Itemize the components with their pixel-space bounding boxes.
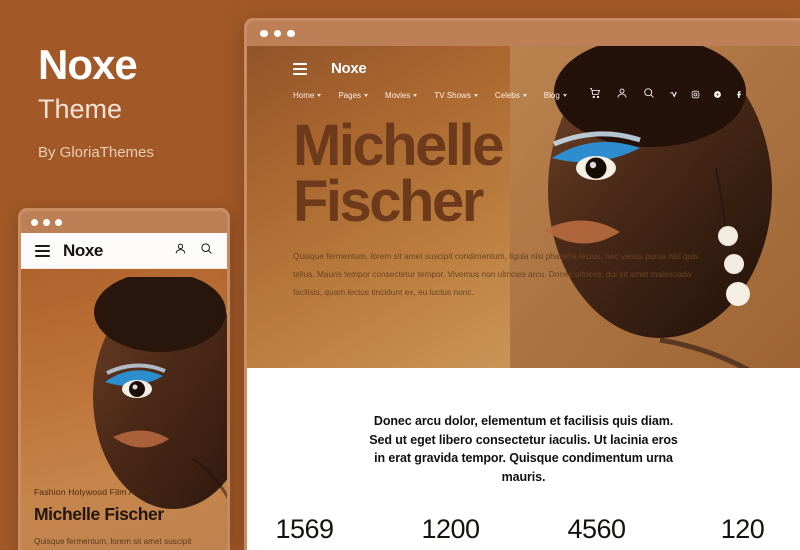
stat-value: 1200 [421, 514, 480, 544]
menu-item-label: Pages [338, 90, 362, 100]
stat-value: 120 [720, 514, 765, 544]
chevron-down-icon [522, 93, 527, 97]
hero-title-line-2: Fischer [293, 168, 484, 234]
desktop-mockup: Noxe Home Pages Movies TV Shows Celebs B… [244, 18, 800, 550]
stat-item: 1569 Movies [260, 516, 350, 550]
user-icon[interactable] [616, 86, 628, 104]
menu-item-celebs[interactable]: Celebs [495, 91, 527, 100]
stat-item: 4560 Videos & Spots [552, 516, 642, 550]
hamburger-icon[interactable] [35, 244, 50, 257]
window-dot-close[interactable] [31, 218, 38, 226]
promo-byline: By GloriaThemes [38, 144, 154, 161]
chevron-down-icon [413, 93, 418, 97]
hamburger-icon[interactable] [293, 62, 307, 75]
menu-item-label: Blog [543, 90, 560, 100]
vimeo-icon[interactable] [669, 86, 678, 104]
promo-block: Noxe Theme By GloriaThemes [38, 41, 238, 161]
content-section: Donec arcu dolor, elementum et facilisis… [247, 368, 800, 550]
mobile-mockup: Noxe Fashion Holywood Film Actor Michell… [18, 208, 230, 550]
mobile-hero-paragraph: Quisque fermentum, lorem sit amet suscip… [34, 537, 192, 546]
mobile-hero-title: Michelle Fischer [34, 504, 164, 524]
instagram-icon[interactable] [691, 86, 700, 104]
main-menu: Home Pages Movies TV Shows Celebs Blog [293, 91, 567, 100]
chevron-down-icon [364, 93, 369, 97]
hero-title: Michelle Fischer [293, 117, 800, 231]
mobile-hero-copy: Fashion Holywood Film Actor Michelle Fis… [34, 487, 219, 550]
menu-item-home[interactable]: Home [293, 90, 322, 100]
mobile-logo[interactable]: Noxe [63, 241, 103, 261]
pinterest-icon[interactable] [713, 86, 722, 104]
menu-item-label: Movies [385, 90, 411, 100]
window-dot-maximize[interactable] [55, 218, 62, 226]
mobile-browser-chrome [21, 211, 227, 233]
chevron-down-icon [473, 93, 478, 97]
cart-icon[interactable] [589, 86, 601, 104]
mobile-hero-eyebrow: Fashion Holywood Film Actor [34, 487, 150, 497]
stat-item: 1200 TV Shows [406, 516, 496, 550]
stat-value: 4560 [567, 514, 626, 544]
chevron-down-icon [317, 93, 322, 97]
social-links [669, 86, 744, 104]
menu-item-label: TV Shows [434, 90, 471, 100]
stat-item: 120 Awards [698, 516, 788, 550]
menu-item-movies[interactable]: Movies [385, 90, 418, 100]
stats-row: 1569 Movies 1200 TV Shows 4560 Videos & … [247, 516, 800, 550]
desktop-navbar-menu: Home Pages Movies TV Shows Celebs Blog [247, 77, 800, 104]
menu-item-label: Home [293, 90, 315, 100]
desktop-hero: Noxe Home Pages Movies TV Shows Celebs B… [247, 46, 800, 368]
facebook-icon[interactable] [735, 86, 744, 104]
lead-paragraph: Donec arcu dolor, elementum et facilisis… [369, 414, 678, 484]
window-dot-maximize[interactable] [287, 29, 295, 38]
mobile-nav-icons [174, 242, 213, 260]
menu-item-pages[interactable]: Pages [338, 90, 369, 100]
desktop-navbar-top: Noxe [247, 46, 800, 77]
hero-paragraph: Quisque fermentum, lorem sit amet suscip… [293, 251, 699, 297]
desktop-logo[interactable]: Noxe [331, 60, 367, 77]
window-dot-close[interactable] [260, 29, 268, 38]
promo-title: Noxe [38, 41, 138, 88]
menu-item-label: Celebs [494, 90, 520, 100]
search-icon[interactable] [643, 86, 655, 104]
desktop-browser-chrome [247, 21, 800, 46]
mobile-navbar: Noxe [21, 233, 227, 269]
window-dot-minimize[interactable] [43, 218, 50, 226]
window-dot-minimize[interactable] [273, 29, 281, 38]
stat-value: 1569 [275, 514, 334, 544]
mobile-hero: Fashion Holywood Film Actor Michelle Fis… [21, 269, 227, 550]
menu-item-blog[interactable]: Blog [544, 91, 567, 100]
promo-subtitle: Theme [38, 94, 123, 124]
user-icon[interactable] [174, 242, 187, 260]
desktop-nav-icons [589, 86, 655, 104]
chevron-down-icon [562, 93, 567, 97]
menu-item-tv-shows[interactable]: TV Shows [434, 90, 478, 100]
search-icon[interactable] [200, 242, 213, 260]
